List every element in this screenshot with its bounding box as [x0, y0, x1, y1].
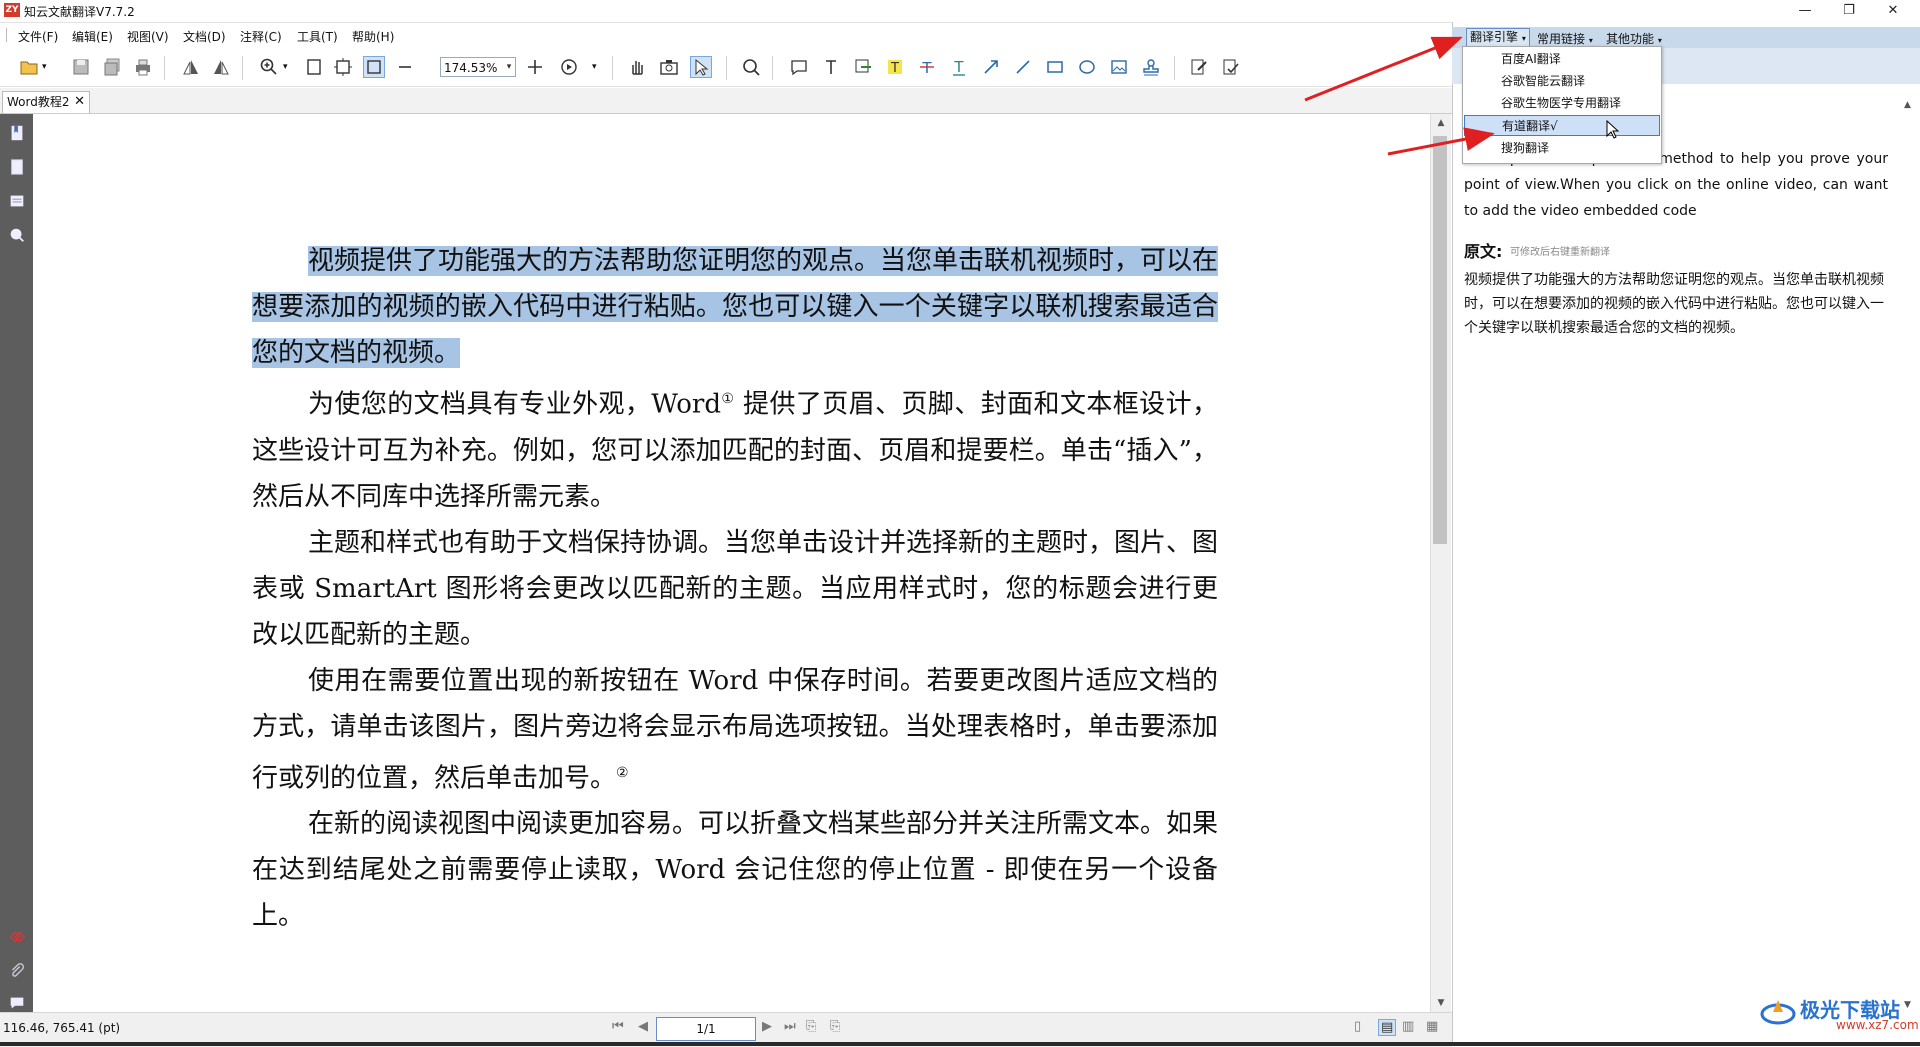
- annotation-arrow-2: [1387, 127, 1495, 156]
- watermark-logo-icon: [1760, 994, 1796, 1033]
- watermark-url: www.xz7.com: [1836, 1018, 1919, 1032]
- bottom-edge: [0, 1042, 1920, 1046]
- annotation-arrow-1: [1304, 36, 1463, 102]
- annotation-arrows: [1304, 36, 1495, 156]
